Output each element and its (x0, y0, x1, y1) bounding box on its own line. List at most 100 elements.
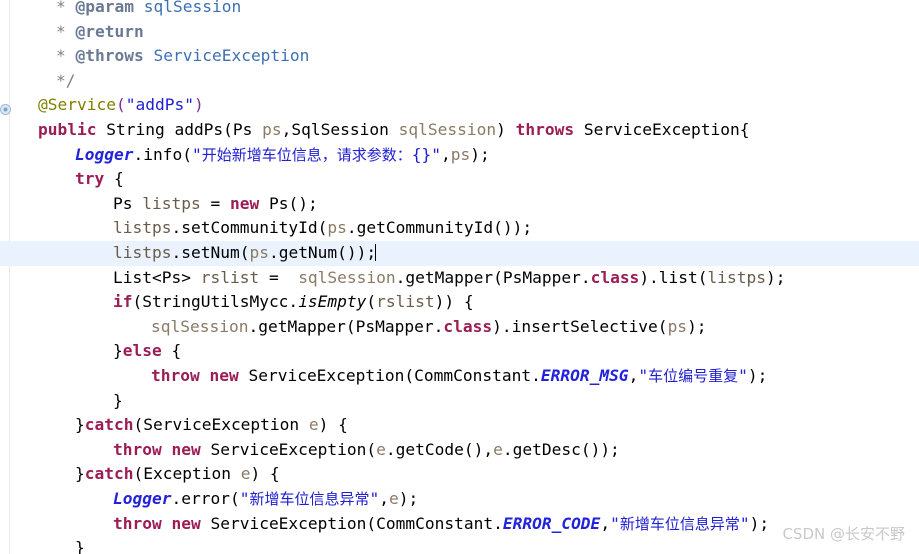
code-token: Ps (113, 193, 143, 213)
code-token: .error( (171, 489, 240, 508)
code-token: "addPs" (125, 95, 194, 115)
code-token: )) { (434, 292, 474, 312)
code-token: .getCode(), (385, 439, 494, 459)
code-line[interactable]: try { (0, 167, 919, 192)
code-token: .getDesc()); (502, 439, 620, 459)
code-line[interactable]: * @param sqlSession (0, 0, 919, 20)
code-token: @throws (75, 46, 144, 66)
code-token: throw new (113, 439, 201, 459)
code-token: ) (193, 95, 204, 115)
code-token: String addPs(Ps (96, 120, 263, 139)
code-token: .getNum()); (268, 243, 377, 262)
code-line[interactable]: @Service("addPs") (0, 93, 919, 118)
code-token: { (161, 341, 182, 361)
code-token: sqlSession (298, 267, 396, 287)
code-token: sqlSession (151, 316, 249, 336)
code-token: ( (366, 292, 377, 312)
code-token: ServiceException{ (574, 120, 750, 139)
code-line[interactable]: }catch(Exception e) { (0, 462, 919, 487)
code-token: } (75, 538, 85, 554)
code-token: { (104, 169, 124, 189)
code-token: e (388, 489, 399, 508)
code-editor[interactable]: * @param sqlSession * @return * @throws Se… (0, 0, 919, 554)
code-token: class (590, 267, 640, 287)
code-line[interactable]: }catch(ServiceException e) { (0, 413, 919, 438)
code-line[interactable]: * @throws ServiceException (0, 44, 919, 69)
csdn-watermark: CSDN @长安不野 (782, 525, 905, 543)
code-token: @return (75, 21, 144, 41)
code-token: .setCommunityId( (171, 218, 328, 238)
code-token: */ (56, 70, 76, 90)
code-token: , (628, 366, 639, 385)
code-token: ) (496, 120, 516, 139)
code-token: , (600, 513, 611, 533)
code-token: e (493, 439, 503, 459)
code-token: rslist (376, 292, 435, 312)
code-line[interactable]: listps.setCommunityId(ps.getCommunityId(… (0, 216, 919, 241)
code-token: " (369, 489, 380, 508)
code-token: * (56, 21, 76, 41)
code-token: Logger (75, 144, 134, 164)
code-line[interactable]: List<Ps> rslist = sqlSession.getMapper(P… (0, 266, 919, 291)
code-token: , (440, 144, 451, 164)
code-line[interactable]: */ (0, 69, 919, 94)
code-token: List<Ps> (113, 267, 201, 287)
code-token: ps (327, 218, 347, 238)
code-token: ); (749, 513, 770, 533)
code-line[interactable]: throw new ServiceException(CommConstant.… (0, 364, 919, 389)
code-line[interactable]: public String addPs(Ps ps,SqlSession sql… (0, 118, 919, 143)
code-token: ) { (318, 415, 348, 435)
code-token: ps (667, 316, 688, 336)
code-token: ERROR_CODE (502, 513, 601, 533)
code-token: listps (142, 193, 201, 213)
code-token: listps (707, 267, 767, 287)
code-token: (ServiceException (133, 415, 309, 435)
code-token: e (376, 439, 386, 459)
code-token: (StringUtilsMycc. (132, 292, 299, 312)
code-token: Ps(); (259, 193, 318, 213)
code-content[interactable]: * @param sqlSession * @return * @throws Se… (0, 0, 919, 554)
code-token: ); (766, 267, 786, 287)
code-token: throw new (113, 513, 201, 533)
code-token: ).list( (639, 267, 708, 287)
code-token: new (229, 193, 260, 213)
code-line[interactable]: Ps listps = new Ps(); (0, 192, 919, 217)
code-token: ServiceException (153, 46, 310, 66)
code-token: } (75, 464, 85, 484)
code-token: " (638, 366, 649, 385)
code-token: * (56, 46, 76, 66)
code-token: = (200, 193, 230, 213)
code-line[interactable]: }else { (0, 339, 919, 364)
code-line[interactable]: } (0, 536, 919, 554)
code-token: ps (249, 243, 269, 262)
code-token: ServiceException(CommConstant. (200, 513, 503, 533)
code-token: if (113, 292, 133, 312)
code-token: } (75, 415, 85, 435)
code-token: 开始新增车位信息，请求参数： (201, 145, 412, 164)
code-line[interactable]: * @return (0, 20, 919, 45)
code-token: .getMapper(PsMapper. (248, 316, 444, 336)
code-line[interactable]: throw new ServiceException(e.getCode(),e… (0, 438, 919, 463)
code-token: ) { (250, 464, 280, 484)
code-line[interactable]: Logger.error("新增车位信息异常",e); (0, 487, 919, 512)
code-token: ps (262, 120, 282, 139)
code-line[interactable]: throw new ServiceException(CommConstant.… (0, 512, 919, 537)
code-token: " (191, 144, 202, 164)
code-token: @param (75, 0, 134, 16)
code-token: * (56, 0, 76, 16)
code-token: ); (470, 144, 490, 164)
code-token: ( (115, 95, 126, 115)
code-line[interactable]: } (0, 389, 919, 414)
code-line[interactable]: if(StringUtilsMycc.isEmpty(rslist)) { (0, 290, 919, 315)
code-line-active[interactable]: listps.setNum(ps.getNum()); (0, 241, 919, 266)
code-token: .info( (133, 144, 192, 164)
code-token: .getCommunityId()); (346, 218, 533, 238)
code-token: class (443, 316, 493, 336)
code-token: ERROR_MSG (540, 366, 629, 385)
code-token: .setNum( (171, 243, 250, 262)
code-token: rslist (200, 267, 260, 287)
code-line[interactable]: Logger.info("开始新增车位信息，请求参数：{}",ps); (0, 143, 919, 168)
code-line[interactable]: sqlSession.getMapper(PsMapper.class).ins… (0, 315, 919, 340)
code-token: e (308, 415, 319, 435)
